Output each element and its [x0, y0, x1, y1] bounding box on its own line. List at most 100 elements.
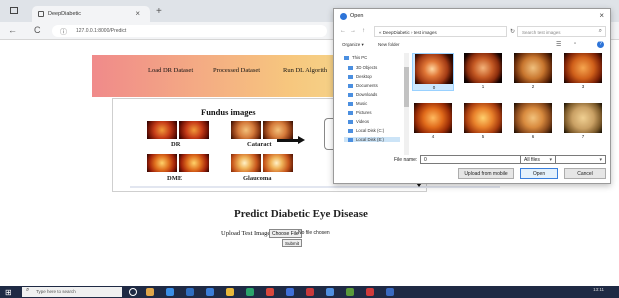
- window-menu-icon[interactable]: [10, 7, 18, 14]
- taskbar-search-input[interactable]: ⌕ Type here to search: [22, 287, 122, 297]
- back-icon[interactable]: ←: [8, 25, 17, 35]
- file-explorer-icon[interactable]: [226, 288, 234, 296]
- forward-icon[interactable]: →: [350, 28, 356, 34]
- view-options-icon[interactable]: ☰: [556, 41, 561, 48]
- sidebar-item-music[interactable]: Music: [348, 101, 367, 106]
- tab-title: DeepDiabetic: [48, 11, 82, 17]
- cancel-button[interactable]: Cancel: [564, 168, 606, 179]
- predict-title: Predict Diabetic Eye Disease: [234, 208, 368, 220]
- nav-run-dl-algorithm[interactable]: Run DL Algorith: [283, 67, 327, 74]
- new-tab-icon[interactable]: +: [156, 6, 162, 17]
- new-folder-button[interactable]: New folder: [378, 42, 400, 47]
- dialog-titlebar[interactable]: Open ×: [334, 9, 610, 23]
- taskbar: ⊞ ⌕ Type here to search 13:11: [0, 286, 619, 298]
- url-input[interactable]: ⓘ 127.0.0.1:8000/Predict: [52, 25, 327, 37]
- file-item[interactable]: 7: [562, 103, 604, 141]
- app-icon[interactable]: [386, 288, 394, 296]
- sidebar-scrollbar[interactable]: [404, 53, 409, 155]
- pc-icon: [344, 55, 349, 60]
- dialog-app-icon: [340, 13, 347, 20]
- fundus-thumbnail: [514, 103, 552, 133]
- documents-icon: [348, 83, 353, 88]
- sidebar-item-pictures[interactable]: Pictures: [348, 110, 372, 115]
- dialog-close-icon[interactable]: ×: [599, 11, 604, 20]
- glaucoma-fundus-image-1: [231, 154, 261, 172]
- nav-processed-dataset[interactable]: Processed Dataset: [213, 67, 260, 74]
- file-name: 7: [581, 134, 585, 139]
- sidebar-item-local-disk-e[interactable]: Local Disk (E:): [344, 137, 400, 142]
- browser-tab[interactable]: DeepDiabetic ×: [32, 6, 150, 22]
- file-item[interactable]: 5: [462, 103, 504, 141]
- chrome-icon[interactable]: [266, 288, 274, 296]
- reload-icon[interactable]: C: [34, 25, 41, 35]
- dialog-path-text: « DeepDiabetic › test images: [379, 30, 437, 35]
- choose-file-button[interactable]: Choose File: [269, 229, 302, 238]
- cataract-fundus-image-1: [231, 121, 261, 139]
- submit-button[interactable]: Submit: [282, 239, 303, 247]
- app-icon[interactable]: [286, 288, 294, 296]
- drive-icon: [348, 128, 353, 133]
- dr-fundus-image-2: [179, 121, 209, 139]
- sidebar-item-videos[interactable]: Videos: [348, 119, 369, 124]
- section-divider: [130, 186, 500, 188]
- file-name: 2: [531, 84, 535, 89]
- screen: DeepDiabetic × + ← C ⓘ 127.0.0.1:8000/Pr…: [0, 0, 619, 298]
- upload-label: Upload Test Image: [221, 230, 271, 237]
- file-item[interactable]: 3: [562, 53, 604, 91]
- mail-icon[interactable]: [206, 288, 214, 296]
- file-item[interactable]: 2: [512, 53, 554, 91]
- preview-pane-icon[interactable]: ▫: [574, 41, 576, 47]
- file-item[interactable]: 0: [412, 53, 454, 91]
- cortana-icon[interactable]: [129, 288, 137, 296]
- file-item[interactable]: 1: [462, 53, 504, 91]
- store-icon[interactable]: [186, 288, 194, 296]
- fundus-thumbnail: [564, 53, 602, 83]
- dialog-search-input[interactable]: Search test images ⌕: [517, 26, 606, 37]
- app-icon[interactable]: [326, 288, 334, 296]
- dialog-nav: ← → ↑ « DeepDiabetic › test images ↻ Sea…: [334, 25, 610, 39]
- file-name-label: File name:: [394, 157, 418, 163]
- open-file-dialog: Open × ← → ↑ « DeepDiabetic › test image…: [333, 8, 611, 184]
- windows-start-icon[interactable]: ⊞: [5, 288, 12, 297]
- task-view-icon[interactable]: [146, 288, 154, 296]
- open-button[interactable]: Open: [520, 168, 558, 179]
- dialog-path-input[interactable]: « DeepDiabetic › test images: [374, 26, 507, 37]
- fundus-thumbnail: [464, 103, 502, 133]
- app-icon[interactable]: [306, 288, 314, 296]
- fundus-thumbnail: [415, 54, 453, 84]
- cataract-fundus-image-2: [263, 121, 293, 139]
- organize-button[interactable]: Organize ▾: [342, 42, 364, 48]
- no-file-text: No file chosen: [298, 230, 330, 236]
- sidebar-item-desktop[interactable]: Desktop: [348, 74, 372, 79]
- app-icon[interactable]: [366, 288, 374, 296]
- site-info-icon[interactable]: ⓘ: [60, 27, 67, 37]
- tab-close-icon[interactable]: ×: [135, 9, 140, 18]
- edge-icon[interactable]: [166, 288, 174, 296]
- sidebar-scroll-thumb[interactable]: [404, 67, 409, 107]
- cube-icon: [348, 65, 353, 70]
- file-item[interactable]: 6: [512, 103, 554, 141]
- figure-title: Fundus images: [201, 107, 256, 117]
- file-type-select[interactable]: All files ▾: [520, 155, 606, 164]
- app-icon[interactable]: [346, 288, 354, 296]
- taskbar-search-placeholder: Type here to search: [36, 289, 76, 294]
- sidebar-item-documents[interactable]: Documents: [348, 83, 378, 88]
- fundus-thumbnail: [564, 103, 602, 133]
- system-tray-clock[interactable]: 13:11: [556, 287, 604, 292]
- file-name: 3: [581, 84, 585, 89]
- sidebar-item-3d-objects[interactable]: 3D Objects: [348, 65, 377, 70]
- chevron-down-icon[interactable]: ▾: [599, 157, 602, 163]
- sidebar-item-this-pc[interactable]: This PC: [344, 55, 367, 60]
- file-item[interactable]: 4: [412, 103, 454, 141]
- sidebar-item-local-disk-c[interactable]: Local Disk (C:): [348, 128, 384, 133]
- refresh-icon[interactable]: ↻: [510, 28, 515, 35]
- app-icon[interactable]: [246, 288, 254, 296]
- up-icon[interactable]: ↑: [362, 28, 365, 34]
- dme-fundus-image-1: [147, 154, 177, 172]
- nav-load-dr-dataset[interactable]: Load DR Dataset: [148, 67, 193, 74]
- back-icon[interactable]: ←: [340, 28, 346, 34]
- dialog-title: Open: [350, 13, 364, 19]
- help-icon[interactable]: ?: [597, 41, 604, 48]
- upload-from-mobile-button[interactable]: Upload from mobile: [458, 168, 514, 179]
- sidebar-item-downloads[interactable]: Downloads: [348, 92, 377, 97]
